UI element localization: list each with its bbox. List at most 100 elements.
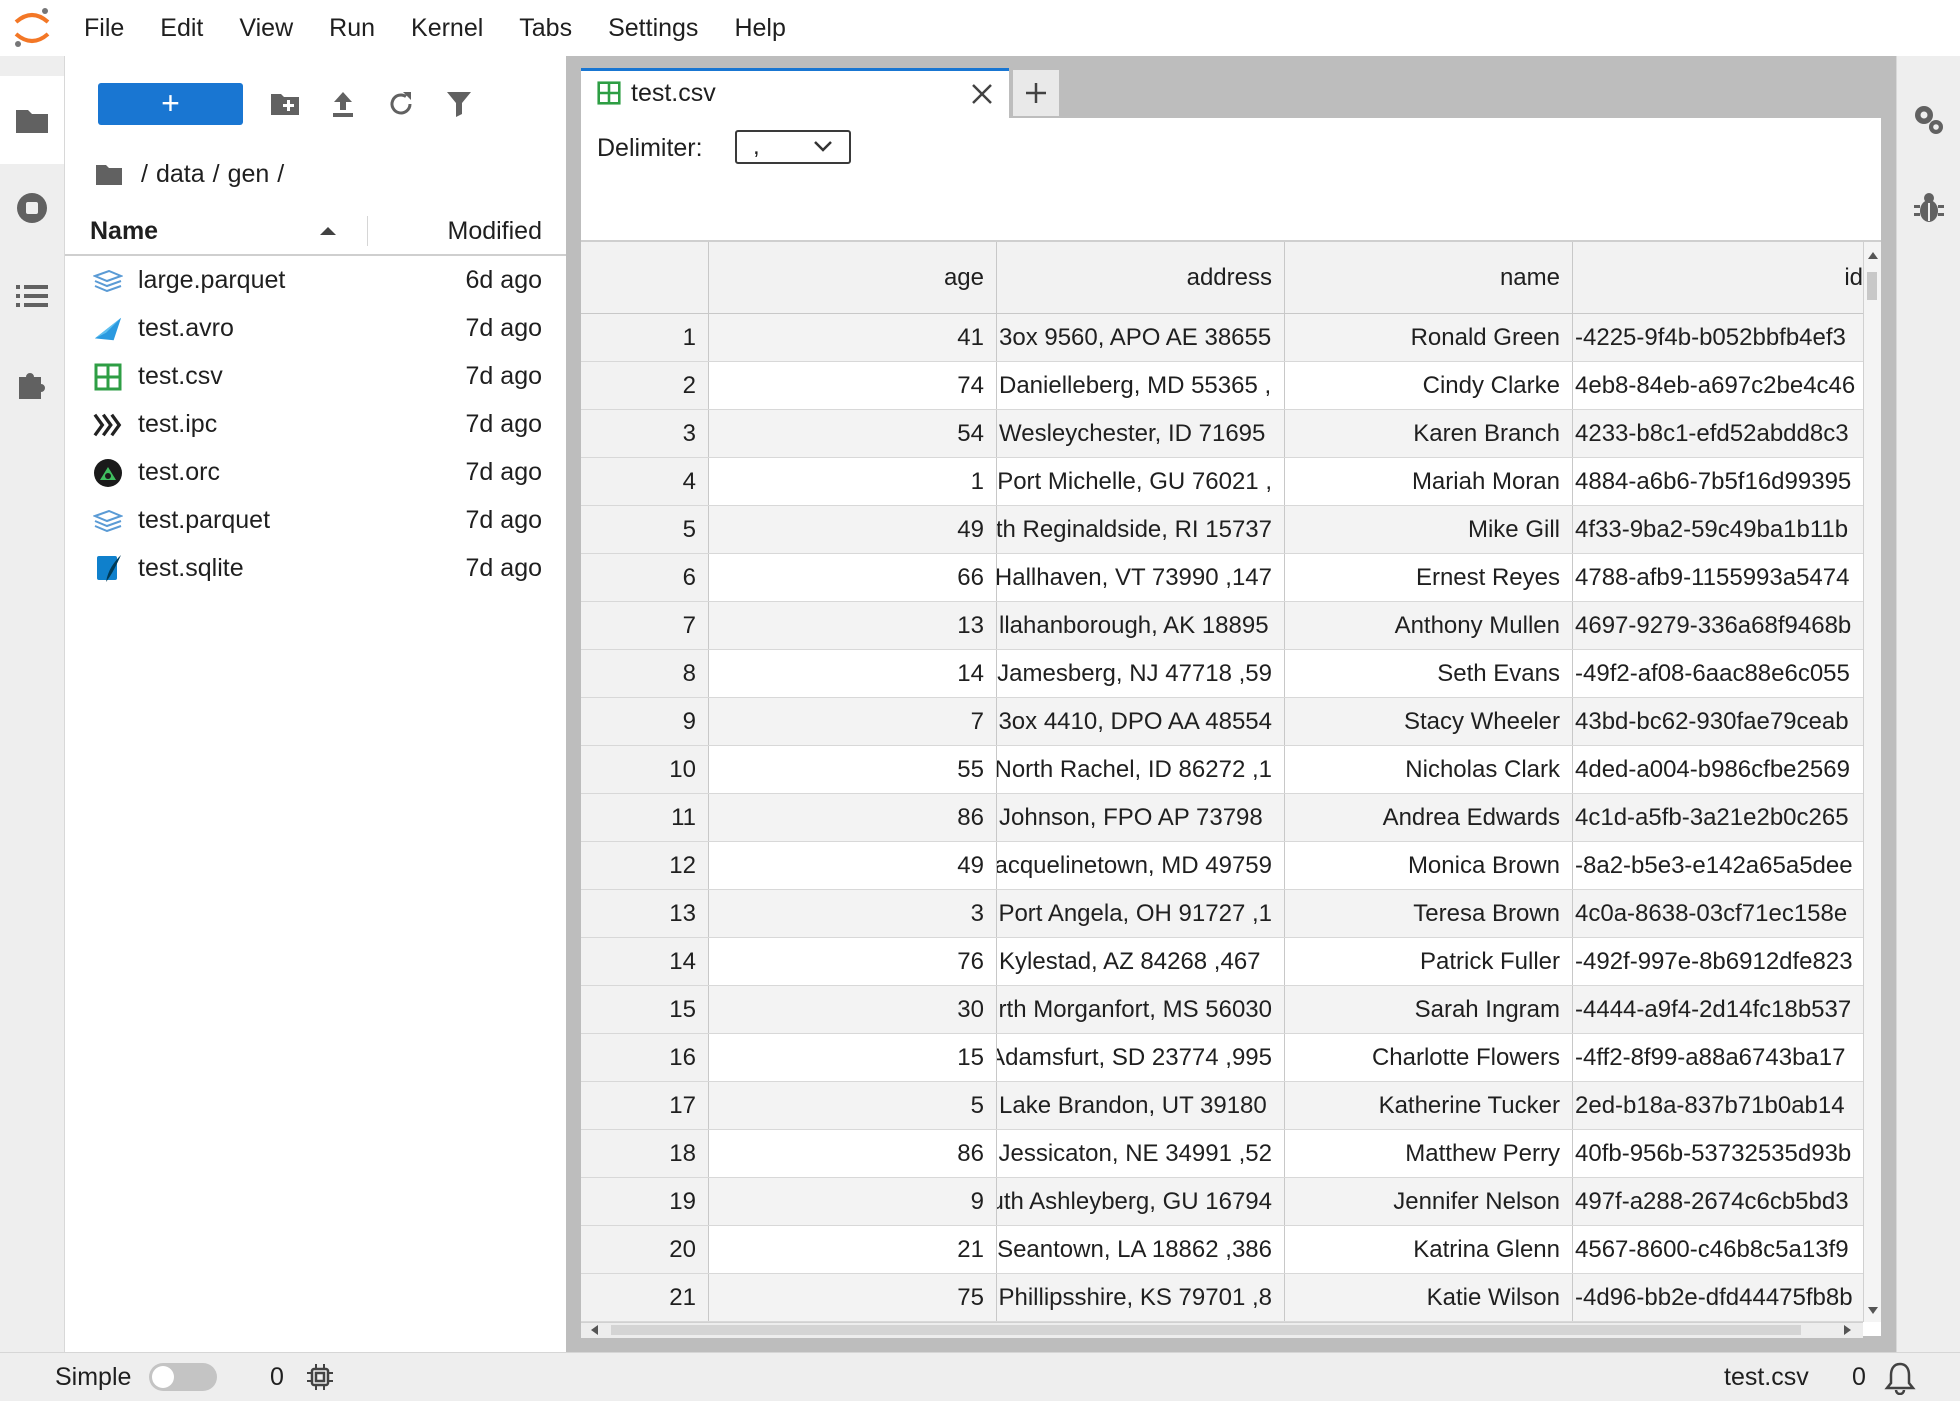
- table-row[interactable]: 13 3 1, Port Angela, OH 91727 Teresa Brown 4…: [581, 890, 1863, 938]
- address-cell[interactable]: 147, Hallhaven, VT 73990: [997, 554, 1285, 601]
- address-cell[interactable]: Lake Brandon, UT 39180: [997, 1082, 1285, 1129]
- tab-test-csv[interactable]: test.csv: [581, 68, 1009, 118]
- address-cell[interactable]: 59, Jamesberg, NJ 47718: [997, 650, 1285, 697]
- delimiter-select[interactable]: ,: [735, 130, 851, 164]
- row-header-cell[interactable]: 14: [581, 938, 709, 985]
- name-cell[interactable]: Mariah Moran: [1285, 458, 1573, 505]
- row-header-cell[interactable]: 15: [581, 986, 709, 1033]
- name-cell[interactable]: Monica Brown: [1285, 842, 1573, 889]
- kernel-chip-icon[interactable]: [306, 1363, 334, 1391]
- table-row[interactable]: 7 13 llahanborough, AK 18895 Anthony Mullen…: [581, 602, 1863, 650]
- bell-icon[interactable]: [1884, 1361, 1916, 1395]
- age-cell[interactable]: 21: [709, 1226, 997, 1273]
- filter-button[interactable]: [441, 86, 477, 122]
- menu-view[interactable]: View: [221, 0, 311, 56]
- name-cell[interactable]: Ernest Reyes: [1285, 554, 1573, 601]
- row-header-cell[interactable]: 16: [581, 1034, 709, 1081]
- age-cell[interactable]: 49: [709, 842, 997, 889]
- age-cell[interactable]: 86: [709, 1130, 997, 1177]
- row-header-cell[interactable]: 12: [581, 842, 709, 889]
- table-row[interactable]: 8 14 59, Jamesberg, NJ 47718 Seth Evans -49f…: [581, 650, 1863, 698]
- name-cell[interactable]: Andrea Edwards: [1285, 794, 1573, 841]
- column-header-age[interactable]: age: [709, 242, 997, 314]
- breadcrumb-data[interactable]: data: [156, 160, 205, 189]
- new-launcher-button[interactable]: +: [98, 83, 243, 125]
- row-header-cell[interactable]: 6: [581, 554, 709, 601]
- table-row[interactable]: 2 74, Danielleberg, MD 55365 Cindy Clarke 4…: [581, 362, 1863, 410]
- age-cell[interactable]: 15: [709, 1034, 997, 1081]
- column-header-id[interactable]: id: [1573, 242, 1863, 314]
- table-row[interactable]: 21 75 8, Phillipsshire, KS 79701 Katie Wils…: [581, 1274, 1863, 1322]
- id-cell[interactable]: 43bd-bc62-930fae79ceab: [1573, 698, 1863, 745]
- name-cell[interactable]: Stacy Wheeler: [1285, 698, 1573, 745]
- row-header-cell[interactable]: 3: [581, 410, 709, 457]
- row-header-cell[interactable]: 11: [581, 794, 709, 841]
- file-browser-tab[interactable]: [0, 76, 64, 164]
- address-cell[interactable]: 1, Port Angela, OH 91727: [997, 890, 1285, 937]
- id-cell[interactable]: 4884-a6b6-7b5f16d99395: [1573, 458, 1863, 505]
- row-header-cell[interactable]: 7: [581, 602, 709, 649]
- row-header-cell[interactable]: 20: [581, 1226, 709, 1273]
- file-item[interactable]: test.parquet 7d ago: [65, 496, 566, 544]
- age-cell[interactable]: 66: [709, 554, 997, 601]
- row-header-cell[interactable]: 1: [581, 314, 709, 361]
- age-cell[interactable]: 30: [709, 986, 997, 1033]
- name-cell[interactable]: Cindy Clarke: [1285, 362, 1573, 409]
- menu-settings[interactable]: Settings: [590, 0, 716, 56]
- id-cell[interactable]: -8a2-b5e3-e142a65a5dee: [1573, 842, 1863, 889]
- age-cell[interactable]: 75: [709, 1274, 997, 1321]
- age-cell[interactable]: 1: [709, 458, 997, 505]
- table-row[interactable]: 9 7 3ox 4410, DPO AA 48554 Stacy Wheeler 43b…: [581, 698, 1863, 746]
- row-header-cell[interactable]: 2: [581, 362, 709, 409]
- scroll-left-icon[interactable]: [589, 1324, 599, 1336]
- grid-viewport[interactable]: age address name id 1 41 3ox 9560, APO AE …: [581, 242, 1863, 1322]
- address-cell[interactable]: 8, Phillipsshire, KS 79701: [997, 1274, 1285, 1321]
- name-cell[interactable]: Seth Evans: [1285, 650, 1573, 697]
- table-row[interactable]: 20 21 386, Seantown, LA 18862 Katrina Glenn…: [581, 1226, 1863, 1274]
- table-row[interactable]: 17 5 Lake Brandon, UT 39180 Katherine Tucke…: [581, 1082, 1863, 1130]
- table-of-contents-tab[interactable]: [0, 252, 64, 340]
- age-cell[interactable]: 7: [709, 698, 997, 745]
- address-cell[interactable]: llahanborough, AK 18895: [997, 602, 1285, 649]
- scroll-down-icon[interactable]: [1867, 1306, 1879, 1316]
- id-cell[interactable]: -4225-9f4b-b052bbfb4ef3: [1573, 314, 1863, 361]
- name-cell[interactable]: Sarah Ingram: [1285, 986, 1573, 1033]
- name-cell[interactable]: Katie Wilson: [1285, 1274, 1573, 1321]
- address-cell[interactable]: rth Morganfort, MS 56030: [997, 986, 1285, 1033]
- scroll-up-icon[interactable]: [1867, 250, 1879, 260]
- row-header-cell[interactable]: 19: [581, 1178, 709, 1225]
- extensions-tab[interactable]: [0, 340, 64, 428]
- row-header-cell[interactable]: 4: [581, 458, 709, 505]
- age-cell[interactable]: 3: [709, 890, 997, 937]
- horizontal-scroll-thumb[interactable]: [611, 1325, 1801, 1335]
- table-row[interactable]: 14 76 467, Kylestad, AZ 84268 Patrick Fulle…: [581, 938, 1863, 986]
- id-cell[interactable]: -49f2-af08-6aac88e6c055: [1573, 650, 1863, 697]
- address-cell[interactable]: 467, Kylestad, AZ 84268: [997, 938, 1285, 985]
- debugger-tab[interactable]: [1897, 164, 1960, 252]
- address-cell[interactable]: th Reginaldside, RI 15737: [997, 506, 1285, 553]
- upload-button[interactable]: [325, 86, 361, 122]
- row-header-cell[interactable]: 17: [581, 1082, 709, 1129]
- id-cell[interactable]: 2ed-b18a-837b71b0ab14: [1573, 1082, 1863, 1129]
- age-cell[interactable]: 49: [709, 506, 997, 553]
- name-cell[interactable]: Katherine Tucker: [1285, 1082, 1573, 1129]
- menu-tabs[interactable]: Tabs: [501, 0, 590, 56]
- name-cell[interactable]: Teresa Brown: [1285, 890, 1573, 937]
- scroll-right-icon[interactable]: [1843, 1324, 1853, 1336]
- modified-column-header[interactable]: Modified: [448, 208, 543, 254]
- age-cell[interactable]: 14: [709, 650, 997, 697]
- file-item[interactable]: large.parquet 6d ago: [65, 256, 566, 304]
- name-cell[interactable]: Patrick Fuller: [1285, 938, 1573, 985]
- row-header-cell[interactable]: 10: [581, 746, 709, 793]
- age-cell[interactable]: 74: [709, 362, 997, 409]
- table-row[interactable]: 10 55 1, North Rachel, ID 86272 Nicholas Cl…: [581, 746, 1863, 794]
- vertical-scrollbar[interactable]: [1863, 242, 1881, 1322]
- age-cell[interactable]: 76: [709, 938, 997, 985]
- name-cell[interactable]: Ronald Green: [1285, 314, 1573, 361]
- row-header-cell[interactable]: 13: [581, 890, 709, 937]
- id-cell[interactable]: -4ff2-8f99-a88a6743ba17: [1573, 1034, 1863, 1081]
- table-row[interactable]: 1 41 3ox 9560, APO AE 38655 Ronald Green -42…: [581, 314, 1863, 362]
- simple-mode-toggle[interactable]: [149, 1363, 217, 1391]
- id-cell[interactable]: 4c0a-8638-03cf71ec158e: [1573, 890, 1863, 937]
- file-item[interactable]: test.orc 7d ago: [65, 448, 566, 496]
